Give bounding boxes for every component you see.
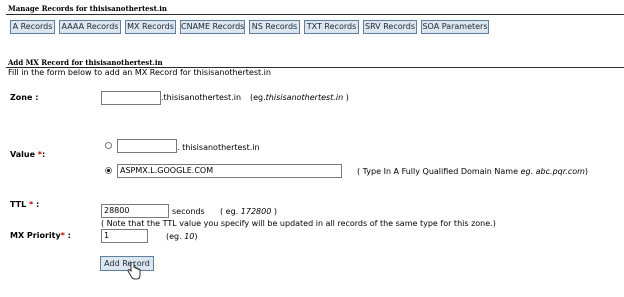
value-option-fqdn-radio[interactable]: [105, 167, 112, 174]
tab-a-records[interactable]: A Records: [10, 20, 55, 34]
ttl-input[interactable]: 28800: [101, 204, 169, 218]
value-subdomain-suffix: . thisisanothertest.in: [177, 143, 260, 152]
tab-cname-records[interactable]: CNAME Records: [180, 20, 245, 34]
ttl-unit: seconds: [172, 207, 205, 216]
form-instruction: Fill in the form below to add an MX Reco…: [8, 68, 271, 77]
value-subdomain-input[interactable]: [117, 139, 177, 153]
tab-ns-records[interactable]: NS Records: [249, 20, 300, 34]
zone-input[interactable]: [101, 91, 161, 105]
zone-label: Zone :: [10, 93, 39, 102]
hand-cursor-icon: [127, 262, 141, 280]
value-fqdn-hint: ( Type In A Fully Qualified Domain Name …: [357, 167, 589, 176]
ttl-label: TTL * :: [10, 200, 40, 209]
tab-txt-records[interactable]: TXT Records: [304, 20, 359, 34]
value-option-subdomain-radio[interactable]: [105, 142, 112, 149]
tab-aaaa-records[interactable]: AAAA Records: [59, 20, 121, 34]
mx-priority-label: MX Priority* :: [10, 231, 71, 240]
zone-example: (eg.thisisanothertest.in ): [250, 93, 349, 102]
mx-priority-input[interactable]: 1: [101, 229, 148, 243]
required-marker: *: [35, 150, 42, 159]
zone-suffix: .thisisanothertest.in: [161, 93, 242, 102]
value-label: Value *:: [10, 150, 46, 159]
manage-records-title: Manage Records for thisisanothertest.in: [8, 4, 167, 13]
ttl-note: ( Note that the TTL value you specify wi…: [101, 219, 496, 228]
add-record-title: Add MX Record for thisisanothertest.in: [8, 58, 163, 67]
tab-soa-parameters[interactable]: SOA Parameters: [421, 20, 489, 34]
tab-srv-records[interactable]: SRV Records: [363, 20, 417, 34]
ttl-example: ( eg. 172800 ): [220, 207, 277, 216]
tab-mx-records[interactable]: MX Records: [125, 20, 176, 34]
value-fqdn-input[interactable]: ASPMX.L.GOOGLE.COM: [117, 164, 342, 178]
header-divider: [6, 14, 624, 15]
mx-priority-example: (eg. 10): [166, 232, 198, 241]
